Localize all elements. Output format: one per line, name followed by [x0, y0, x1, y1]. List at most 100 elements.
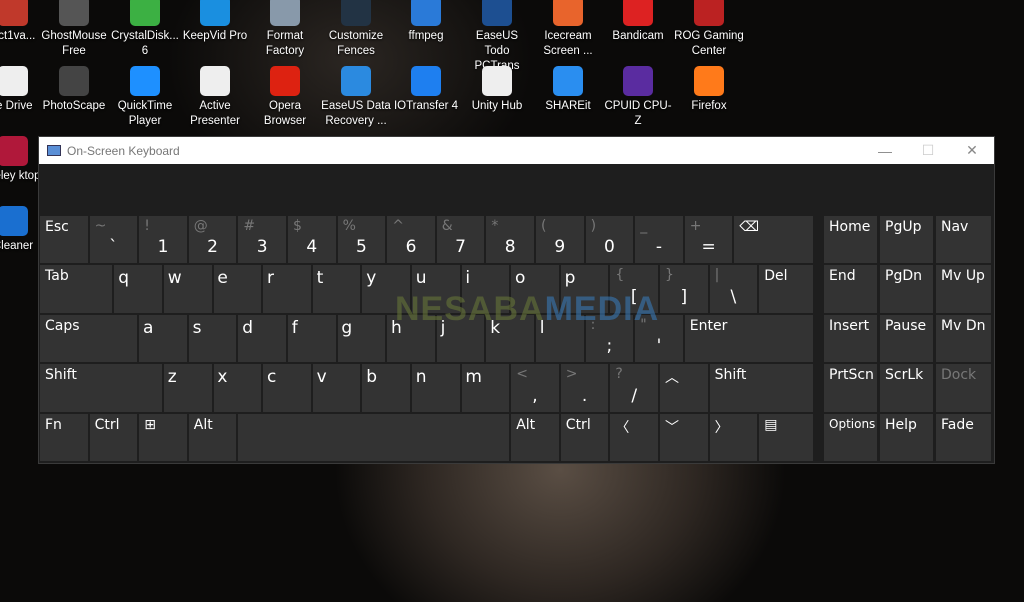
key-enter[interactable]: Enter	[684, 314, 813, 363]
key-mvdn[interactable]: Mv Dn	[936, 314, 991, 363]
title-bar[interactable]: On-Screen Keyboard	[39, 137, 994, 164]
key-pgdn[interactable]: PgDn	[880, 265, 933, 313]
key-r2k10[interactable]: :;	[585, 314, 634, 363]
key-space[interactable]	[238, 413, 510, 461]
key-scrlk[interactable]: ScrLk	[880, 364, 933, 412]
desktop-icon[interactable]: KeepVid Pro	[180, 0, 250, 44]
desktop-icon[interactable]: Active Presenter	[180, 66, 250, 129]
key-w[interactable]: w	[164, 265, 212, 313]
key-pgup[interactable]: PgUp	[880, 216, 933, 264]
key-r1k11[interactable]: {[	[610, 265, 658, 313]
key-shift[interactable]: Shift	[709, 364, 813, 412]
key-l[interactable]: l	[536, 314, 584, 363]
desktop-icon[interactable]: ffmpeg	[391, 0, 461, 44]
key-7[interactable]: & 7	[436, 216, 485, 264]
desktop-icon[interactable]: Opera Browser	[250, 66, 320, 129]
key-6[interactable]: ^ 6	[387, 216, 435, 264]
key-b[interactable]: b	[362, 364, 410, 412]
key-q[interactable]: q	[114, 265, 162, 313]
key-r0k12[interactable]: _ -	[635, 216, 683, 264]
key-options[interactable]: Options	[824, 413, 877, 461]
key-esc[interactable]: Esc	[40, 216, 88, 264]
key-8[interactable]: * 8	[486, 216, 534, 264]
desktop-icon[interactable]: ROG Gaming Center	[674, 0, 744, 59]
key-c[interactable]: c	[263, 364, 311, 412]
key-4[interactable]: $4	[288, 216, 336, 264]
key-r0k1[interactable]: ~ `	[89, 216, 138, 264]
desktop-icon[interactable]: Unity Hub	[462, 66, 532, 114]
key-g[interactable]: g	[337, 314, 386, 363]
desktop-icon[interactable]: Firefox	[674, 66, 744, 114]
key-caps[interactable]: Caps	[40, 314, 138, 363]
key-ctrl[interactable]: Ctrl	[89, 413, 138, 461]
key-m[interactable]: m	[461, 364, 510, 412]
key-r3k9[interactable]: >.	[560, 364, 609, 412]
key-p[interactable]: p	[560, 265, 609, 313]
key-alt[interactable]: Alt	[188, 413, 237, 461]
key-n[interactable]: n	[412, 364, 460, 412]
desktop-icon[interactable]: EaseUS Data Recovery ...	[321, 66, 391, 129]
desktop-icon[interactable]: IOTransfer 4	[391, 66, 461, 114]
key-r4k7[interactable]: 〈	[610, 413, 658, 461]
key-home[interactable]: Home	[824, 216, 877, 264]
key-r1k12[interactable]: }]	[660, 265, 708, 313]
key-k[interactable]: k	[486, 314, 534, 363]
key-insert[interactable]: Insert	[824, 314, 877, 363]
key-9[interactable]: (9	[536, 216, 584, 264]
key-r3k11[interactable]: ︿	[660, 364, 708, 412]
key-t[interactable]: t	[312, 265, 361, 313]
key-r1k13[interactable]: | \	[709, 265, 758, 313]
desktop-icon[interactable]: Bandicam	[603, 0, 673, 44]
key-r4k9[interactable]: 〉	[709, 413, 758, 461]
key-end[interactable]: End	[824, 265, 877, 313]
maximize-button[interactable]: ☐	[905, 137, 951, 164]
key-3[interactable]: #3	[238, 216, 286, 264]
desktop-icon[interactable]: Format Factory	[250, 0, 320, 59]
desktop-icon[interactable]: QuickTime Player	[110, 66, 180, 129]
key-r[interactable]: r	[263, 265, 311, 313]
desktop-icon[interactable]: PhotoScape	[39, 66, 109, 114]
key-help[interactable]: Help	[880, 413, 933, 461]
key-fn[interactable]: Fn	[40, 413, 88, 461]
key-fade[interactable]: Fade	[936, 413, 991, 461]
key-s[interactable]: s	[188, 314, 237, 363]
key-mvup[interactable]: Mv Up	[936, 265, 991, 313]
key-x[interactable]: x	[213, 364, 262, 412]
key-a[interactable]: a	[139, 314, 187, 363]
key-r4k10[interactable]: ▤	[759, 413, 813, 461]
key-f[interactable]: f	[288, 314, 336, 363]
desktop-icon[interactable]: CPUID CPU-Z	[603, 66, 673, 129]
key-r0k14[interactable]: ⌫	[734, 216, 813, 264]
key-tab[interactable]: Tab	[40, 265, 113, 313]
desktop-icon[interactable]: CrystalDisk... 6	[110, 0, 180, 59]
desktop-icon[interactable]: EaseUS Todo PCTrans	[462, 0, 532, 74]
key-1[interactable]: ! 1	[139, 216, 187, 264]
key-y[interactable]: y	[362, 265, 410, 313]
key-prtscn[interactable]: PrtScn	[824, 364, 877, 412]
key-z[interactable]: z	[164, 364, 212, 412]
key-r0k13[interactable]: + =	[684, 216, 733, 264]
key-r4k2[interactable]: ⊞	[139, 413, 187, 461]
key-o[interactable]: o	[511, 265, 559, 313]
key-r2k11[interactable]: " '	[635, 314, 683, 363]
key-j[interactable]: j	[436, 314, 485, 363]
desktop-icon[interactable]: Icecream Screen ...	[533, 0, 603, 59]
key-dock[interactable]: Dock	[936, 364, 991, 412]
key-alt[interactable]: Alt	[511, 413, 559, 461]
key-r3k8[interactable]: <,	[511, 364, 559, 412]
key-pause[interactable]: Pause	[880, 314, 933, 363]
close-button[interactable]: ✕	[949, 137, 995, 164]
key-nav[interactable]: Nav	[936, 216, 991, 264]
key-ctrl[interactable]: Ctrl	[560, 413, 609, 461]
key-u[interactable]: u	[412, 265, 460, 313]
key-0[interactable]: ) 0	[585, 216, 634, 264]
key-v[interactable]: v	[312, 364, 361, 412]
key-r3k10[interactable]: ? /	[610, 364, 658, 412]
key-e[interactable]: e	[213, 265, 262, 313]
desktop-icon[interactable]: Customize Fences	[321, 0, 391, 59]
key-shift[interactable]: Shift	[40, 364, 162, 412]
key-h[interactable]: h	[387, 314, 435, 363]
key-del[interactable]: Del	[759, 265, 813, 313]
key-5[interactable]: % 5	[337, 216, 386, 264]
key-i[interactable]: i	[461, 265, 510, 313]
